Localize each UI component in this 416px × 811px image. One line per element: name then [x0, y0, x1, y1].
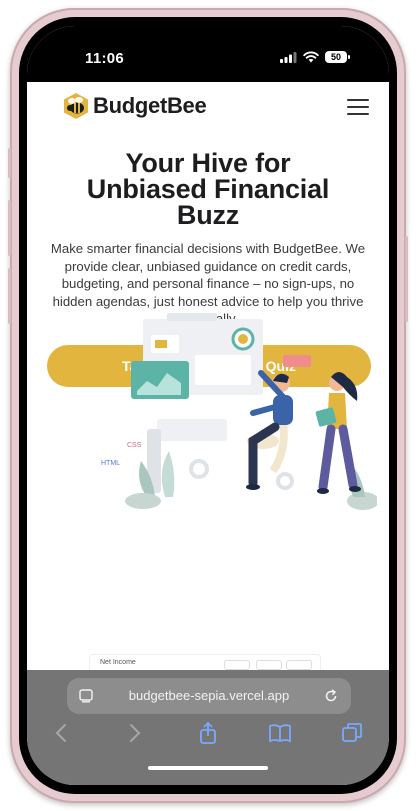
hero-title-line: Buzz	[176, 200, 240, 230]
battery-icon: 50	[325, 51, 350, 63]
status-time: 11:06	[85, 50, 125, 67]
phone-volume-down	[8, 268, 11, 324]
preview-chip	[256, 660, 282, 670]
menu-line-icon	[347, 113, 369, 115]
phone-volume-up	[8, 200, 11, 256]
reload-icon[interactable]	[323, 688, 339, 704]
css-tag: CSS	[127, 442, 142, 449]
status-icons: 50	[280, 51, 350, 63]
brand-name[interactable]: BudgetBee	[93, 93, 207, 119]
hero-illustration: CSS HTML	[101, 313, 377, 510]
hero-title: Your Hive for Unbiased Financial Buzz	[43, 150, 373, 230]
menu-line-icon	[347, 99, 369, 101]
tabs-icon[interactable]	[339, 720, 365, 746]
bookmarks-icon[interactable]	[267, 720, 293, 746]
battery-level: 50	[330, 52, 341, 62]
preview-chip	[286, 660, 312, 670]
bee-logo-icon[interactable]	[62, 92, 90, 120]
phone-power-button	[405, 236, 408, 322]
preview-chip	[224, 660, 250, 670]
phone-side-button	[8, 148, 11, 178]
net-income-label: Net Income	[100, 659, 136, 666]
address-bar[interactable]: budgetbee-sepia.vercel.app	[67, 678, 351, 714]
url-text: budgetbee-sepia.vercel.app	[128, 688, 290, 703]
screen: 11:06 50 BudgetBee Your Hive for Unbiase…	[27, 26, 389, 785]
wifi-icon	[303, 51, 319, 63]
cellular-signal-icon	[280, 51, 297, 63]
forward-icon[interactable]	[121, 720, 147, 746]
html-tag: HTML	[101, 460, 120, 467]
site-header: BudgetBee	[27, 82, 389, 134]
back-icon[interactable]	[49, 720, 75, 746]
hamburger-menu-button[interactable]	[347, 96, 369, 116]
status-bar: 11:06 50	[27, 26, 389, 82]
safari-browser-bar: budgetbee-sepia.vercel.app	[27, 670, 389, 785]
menu-line-icon	[347, 106, 369, 108]
home-indicator[interactable]	[148, 766, 268, 770]
browser-toolbar	[27, 720, 389, 750]
share-icon[interactable]	[195, 720, 221, 746]
